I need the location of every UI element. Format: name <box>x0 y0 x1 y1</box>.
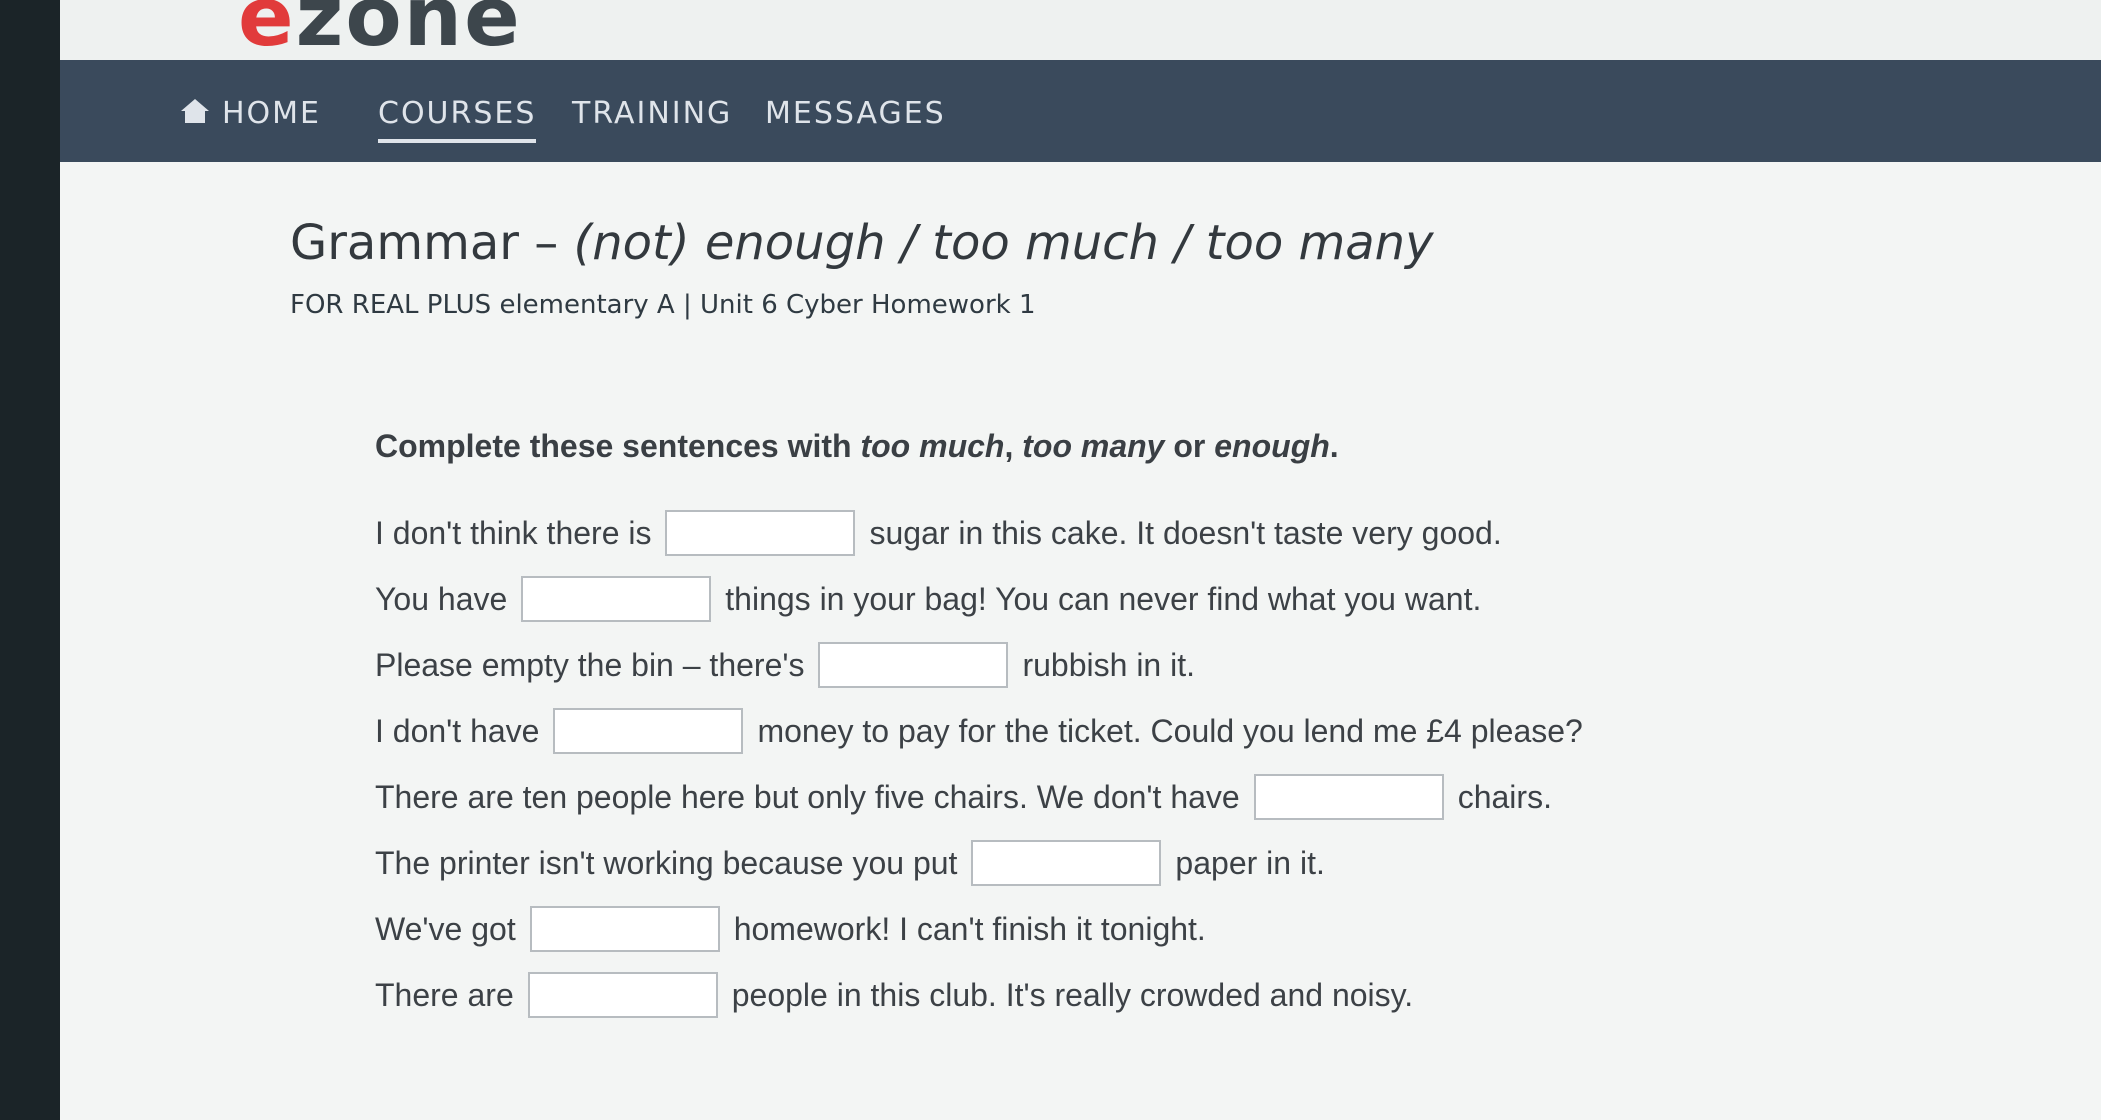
instruction-option-3: enough <box>1214 428 1330 464</box>
nav-messages[interactable]: MESSAGES <box>765 96 946 131</box>
sentence-6: The printer isn't working because you pu… <box>375 830 1583 896</box>
nav-training[interactable]: TRAINING <box>572 96 732 131</box>
sentence-text-before: You have <box>375 580 508 617</box>
instruction-sep-1: , <box>1004 428 1023 464</box>
answer-input-7[interactable] <box>529 906 720 952</box>
home-icon <box>180 97 210 132</box>
title-prefix: Grammar – <box>290 215 574 271</box>
logo-text: zone <box>295 0 522 65</box>
page-subtitle: FOR REAL PLUS elementary A | Unit 6 Cybe… <box>290 290 1036 320</box>
answer-input-1[interactable] <box>665 510 856 556</box>
sentence-text-before: We've got <box>375 910 516 947</box>
sentence-text-after: chairs. <box>1457 778 1552 815</box>
nav-home[interactable]: HOME <box>180 96 321 132</box>
answer-input-3[interactable] <box>818 642 1009 688</box>
answer-input-2[interactable] <box>521 576 712 622</box>
sentence-text-after: people in this club. It's really crowded… <box>731 976 1414 1013</box>
sentence-2: You have things in your bag! You can nev… <box>375 566 1583 632</box>
sentence-1: I don't think there is sugar in this cak… <box>375 500 1583 566</box>
nav-messages-label: MESSAGES <box>765 96 946 131</box>
sentence-7: We've got homework! I can't finish it to… <box>375 896 1583 962</box>
sentence-4: I don't have money to pay for the ticket… <box>375 698 1583 764</box>
answer-input-8[interactable] <box>527 972 718 1018</box>
exercise-instruction: Complete these sentences with too much, … <box>375 428 1339 465</box>
sentence-text-before: The printer isn't working because you pu… <box>375 844 958 881</box>
answer-input-5[interactable] <box>1253 774 1444 820</box>
instruction-option-2: too many <box>1022 428 1165 464</box>
answer-input-6[interactable] <box>971 840 1162 886</box>
sentence-text-after: sugar in this cake. It doesn't taste ver… <box>869 514 1502 551</box>
sentence-5: There are ten people here but only five … <box>375 764 1583 830</box>
sentence-text-before: There are ten people here but only five … <box>375 778 1240 815</box>
logo-e: e <box>238 0 296 65</box>
title-topic: (not) enough / too much / too many <box>573 215 1434 271</box>
header-bar: ezone <box>60 0 2101 65</box>
nav-training-label: TRAINING <box>572 96 733 131</box>
sentence-text-after: homework! I can't finish it tonight. <box>733 910 1206 947</box>
nav-courses-label: COURSES <box>378 96 537 131</box>
nav-courses[interactable]: COURSES <box>378 96 537 143</box>
sentence-text-after: paper in it. <box>1175 844 1325 881</box>
ezone-logo[interactable]: ezone <box>238 0 522 65</box>
sentence-8: There are people in this club. It's real… <box>375 962 1583 1028</box>
sentence-text-after: rubbish in it. <box>1022 646 1195 683</box>
sentence-3: Please empty the bin – there's rubbish i… <box>375 632 1583 698</box>
exercise-list: I don't think there is sugar in this cak… <box>375 500 1583 1028</box>
instruction-sep-2: or <box>1164 428 1215 464</box>
sentence-text-after: things in your bag! You can never find w… <box>725 580 1482 617</box>
answer-input-4[interactable] <box>553 708 744 754</box>
instruction-option-1: too much <box>860 428 1005 464</box>
sentence-text-before: Please empty the bin – there's <box>375 646 805 683</box>
instruction-after: . <box>1329 428 1339 464</box>
instruction-before: Complete these sentences with <box>375 428 861 464</box>
sentence-text-before: I don't have <box>375 712 540 749</box>
nav-home-label: HOME <box>222 96 322 131</box>
page-title: Grammar – (not) enough / too much / too … <box>290 215 1433 271</box>
sentence-text-before: There are <box>375 976 514 1013</box>
main-nav: HOME COURSES TRAINING MESSAGES <box>60 60 2101 162</box>
browser-page: ezone HOME COURSES TRAINING MESSAGES Gra… <box>60 0 2101 1120</box>
sentence-text-after: money to pay for the ticket. Could you l… <box>757 712 1583 749</box>
sentence-text-before: I don't think there is <box>375 514 652 551</box>
